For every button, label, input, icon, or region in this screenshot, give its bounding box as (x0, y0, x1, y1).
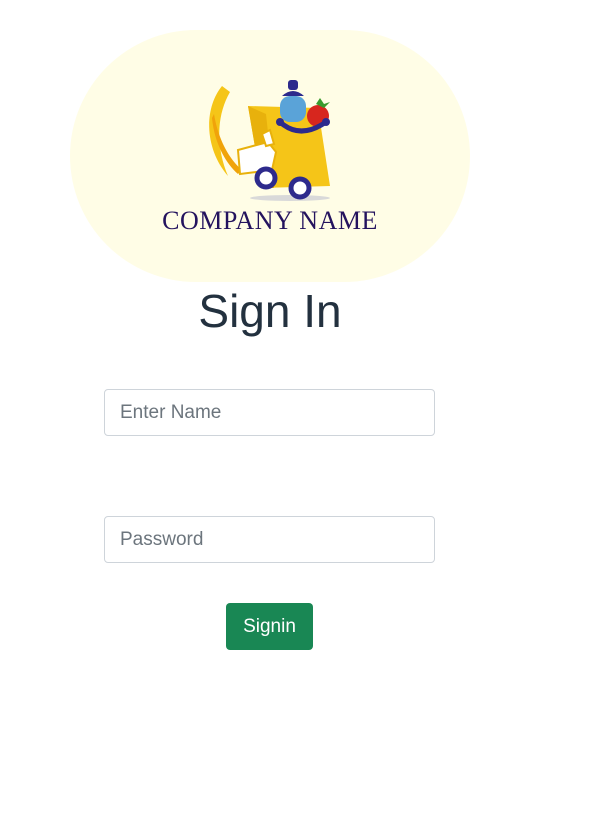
password-input[interactable] (104, 516, 435, 563)
page-title: Sign In (198, 285, 342, 337)
delivery-cart-logo-icon (209, 80, 330, 201)
signin-page: COMPANY NAME Sign In Signin (0, 0, 608, 832)
company-name: COMPANY NAME (162, 206, 378, 235)
signin-button[interactable]: Signin (226, 603, 313, 650)
name-input[interactable] (104, 389, 435, 436)
